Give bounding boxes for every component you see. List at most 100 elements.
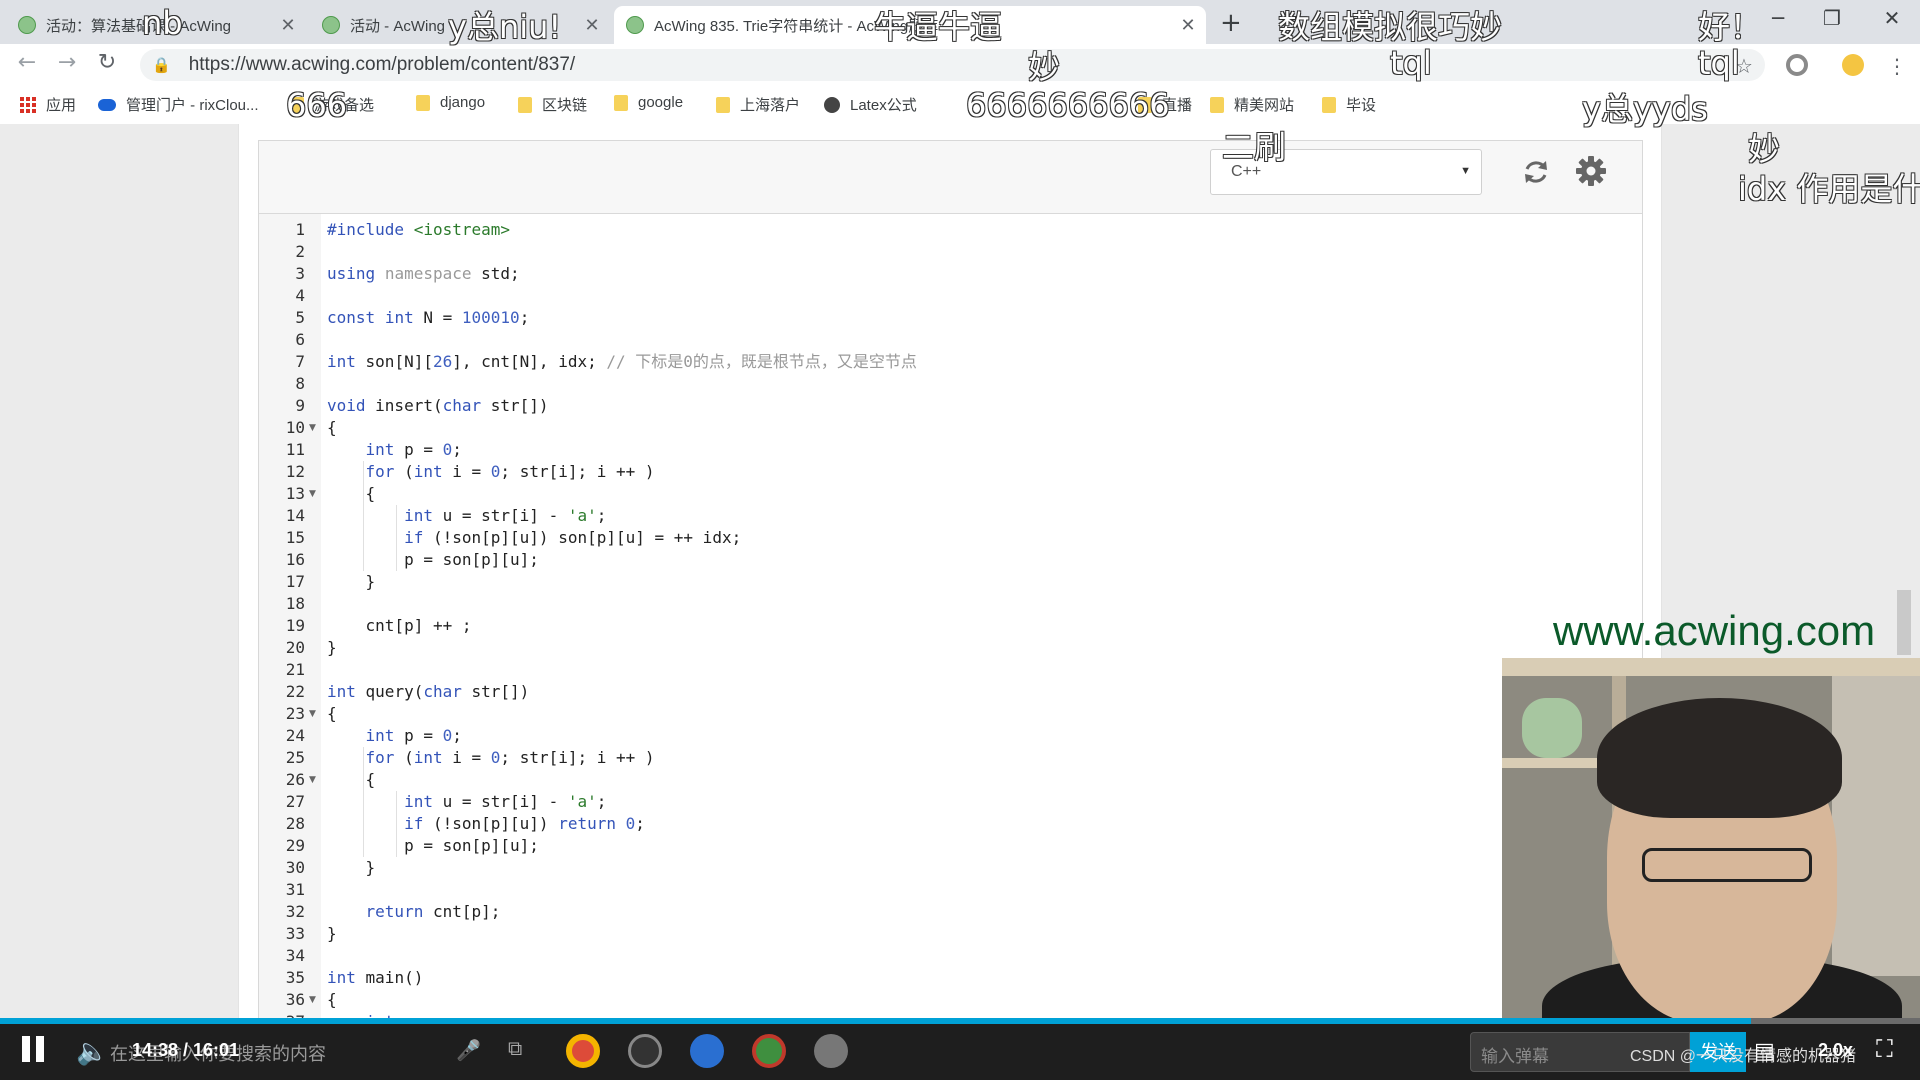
page-scrollbar[interactable]	[1897, 590, 1911, 655]
reset-icon[interactable]	[1521, 157, 1551, 187]
bookmark-label: Latex公式	[850, 97, 917, 114]
line-number: 30	[285, 858, 305, 877]
webcam-feed	[1502, 658, 1920, 1020]
app-taskbar-icon[interactable]	[752, 1034, 786, 1068]
code-line: }	[327, 858, 376, 877]
danmaku-comment: y总yyds	[1582, 90, 1708, 128]
forward-icon[interactable]: →	[52, 50, 82, 75]
line-number: 36	[285, 990, 305, 1009]
line-number: 19	[285, 616, 305, 635]
bookmark-django[interactable]: django	[416, 94, 485, 111]
line-number: 22	[285, 682, 305, 701]
minimize-icon[interactable]: ─	[1758, 6, 1798, 30]
code-line: {	[327, 704, 337, 723]
danmaku-comment: 数组模拟很巧妙	[1278, 8, 1503, 46]
bookmark-rixcloud[interactable]: 管理门户 - rixClou...	[98, 94, 259, 115]
code-line: #include <iostream>	[327, 220, 511, 239]
line-number: 31	[285, 880, 305, 899]
line-number: 16	[285, 550, 305, 569]
code-line: cnt[p] ++ ;	[327, 616, 472, 635]
danmaku-comment: 666	[286, 86, 348, 124]
fold-toggle-icon[interactable]: ▼	[309, 989, 316, 1011]
line-number: 27	[285, 792, 305, 811]
code-line: void insert(char str[])	[327, 396, 549, 415]
url-omnibox[interactable]: 🔒 https://www.acwing.com/problem/content…	[140, 49, 1765, 81]
volume-icon[interactable]: 🔈	[76, 1036, 108, 1067]
line-number: 35	[285, 968, 305, 987]
danmaku-toggle-icon[interactable]: ▤	[1754, 1038, 1775, 1064]
line-number: 2	[295, 242, 305, 261]
line-number: 10	[285, 418, 305, 437]
fold-toggle-icon[interactable]: ▼	[309, 703, 316, 725]
restore-icon[interactable]: ❐	[1812, 6, 1852, 30]
menu-kebab-icon[interactable]: ⋮	[1886, 54, 1908, 78]
address-toolbar: ← → ↻ 🔒 https://www.acwing.com/problem/c…	[0, 44, 1920, 86]
video-player-bar: 🔈 在这里输入你要搜索的内容 14:38 / 16:01 🎤 ⧉ 输入弹幕 发送…	[0, 1024, 1920, 1080]
close-tab-icon[interactable]: ✕	[1176, 15, 1200, 36]
fold-toggle-icon[interactable]: ▼	[309, 483, 316, 505]
playback-time: 14:38 / 16:01	[132, 1040, 240, 1060]
extension-icon[interactable]	[1786, 54, 1808, 76]
line-number: 34	[285, 946, 305, 965]
task-view-icon[interactable]: ⧉	[508, 1038, 522, 1061]
microphone-icon[interactable]: 🎤	[456, 1038, 481, 1063]
browser-taskbar-icon[interactable]	[690, 1034, 724, 1068]
danmaku-comment: y总niu!	[448, 8, 562, 46]
cloud-icon	[98, 98, 116, 111]
line-number: 11	[285, 440, 305, 459]
app-taskbar-icon[interactable]	[814, 1034, 848, 1068]
globe-icon	[824, 96, 840, 113]
bookmark-label: 毕设	[1346, 97, 1377, 114]
back-icon[interactable]: ←	[12, 50, 42, 75]
line-number: 9	[295, 396, 305, 415]
bookmark-sites[interactable]: 精美网站	[1210, 94, 1294, 115]
code-line: int p = 0;	[365, 726, 462, 745]
reload-icon[interactable]: ↻	[92, 50, 122, 75]
danmaku-comment: 6666666666	[966, 86, 1170, 124]
bookmark-thesis[interactable]: 毕设	[1322, 94, 1376, 115]
code-line: const int N = 100010;	[327, 308, 530, 327]
line-number: 8	[295, 374, 305, 393]
obs-taskbar-icon[interactable]	[628, 1034, 662, 1068]
close-tab-icon[interactable]: ✕	[580, 15, 604, 36]
danmaku-comment: tql	[1698, 44, 1740, 82]
fullscreen-icon[interactable]: ⛶	[1876, 1036, 1893, 1064]
line-number: 20	[285, 638, 305, 657]
code-line: }	[327, 638, 337, 657]
code-line: int son[N][26], cnt[N], idx; // 下标是0的点，既…	[327, 352, 917, 371]
line-number: 3	[295, 264, 305, 283]
line-number: 26	[285, 770, 305, 789]
profile-avatar[interactable]	[1842, 54, 1864, 76]
window-close-icon[interactable]: ✕	[1872, 6, 1912, 30]
close-tab-icon[interactable]: ✕	[276, 15, 300, 36]
danmaku-comment: 妙	[1028, 48, 1061, 86]
line-number: 6	[295, 330, 305, 349]
code-line: p = son[p][u];	[327, 836, 539, 855]
folder-icon	[1322, 96, 1336, 113]
chevron-down-icon: ▼	[1460, 165, 1471, 177]
pause-icon[interactable]	[20, 1036, 48, 1062]
line-number: 18	[285, 594, 305, 613]
folder-icon	[416, 94, 430, 111]
line-number: 17	[285, 572, 305, 591]
folder-icon	[716, 96, 730, 113]
code-line: int u = str[i] - 'a';	[404, 792, 607, 811]
bookmark-shanghai[interactable]: 上海落户	[716, 94, 800, 115]
gear-icon[interactable]	[1575, 155, 1607, 187]
acwing-favicon-icon	[322, 16, 340, 34]
new-tab-button[interactable]: +	[1220, 8, 1242, 38]
code-area[interactable]: 1 2 3 4 5 6 7 8 9 10 ▼ 11 12 13 ▼ 14 15 16 17 18 19 20 21 22 23 ▼…	[259, 214, 1642, 1021]
bookmark-apps[interactable]: 应用	[20, 94, 76, 115]
bookmark-blockchain[interactable]: 区块链	[518, 94, 587, 115]
line-number-gutter: 1 2 3 4 5 6 7 8 9 10 ▼ 11 12 13 ▼ 14 15 16 17 18 19 20 21 22 23 ▼…	[259, 214, 321, 1021]
chrome-taskbar-icon[interactable]	[566, 1034, 600, 1068]
line-number: 14	[285, 506, 305, 525]
bookmark-google[interactable]: google	[614, 94, 683, 111]
fold-toggle-icon[interactable]: ▼	[309, 417, 316, 439]
fold-toggle-icon[interactable]: ▼	[309, 769, 316, 791]
acwing-favicon-icon	[626, 16, 644, 34]
playback-speed[interactable]: 2.0x	[1818, 1040, 1853, 1061]
bookmark-latex[interactable]: Latex公式	[824, 94, 917, 115]
line-number: 24	[285, 726, 305, 745]
line-number: 12	[285, 462, 305, 481]
